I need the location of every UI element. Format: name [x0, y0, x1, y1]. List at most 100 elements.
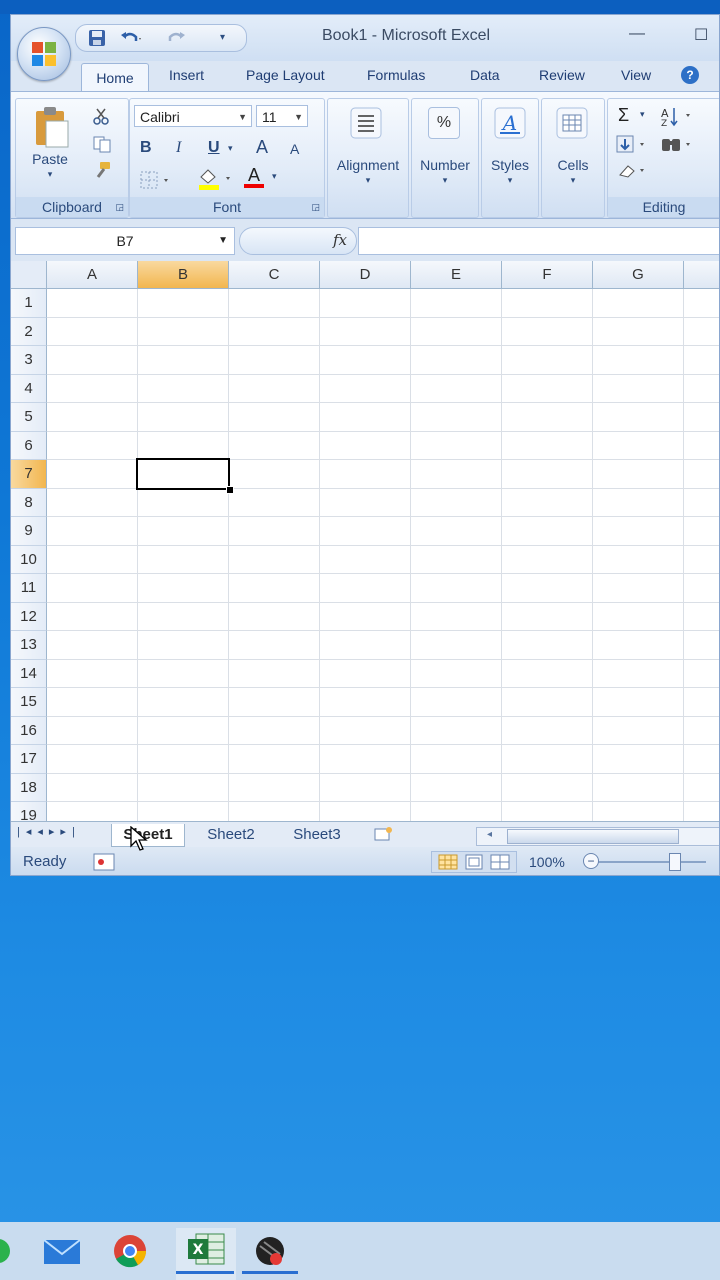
bold-button[interactable]: B [140, 139, 152, 157]
insert-function-button[interactable]: fx [333, 231, 347, 249]
dialog-launcher-icon[interactable]: ◲ [311, 197, 320, 217]
zoom-slider-track[interactable] [596, 861, 706, 863]
paste-dropdown-icon[interactable]: ▾ [20, 169, 80, 180]
number-format-icon[interactable]: % [428, 107, 460, 139]
fill-color-icon[interactable] [196, 167, 236, 196]
alignment-button[interactable]: Alignment [328, 157, 408, 173]
row-header-17[interactable]: 17 [11, 745, 47, 774]
name-box[interactable]: B7 ▼ [15, 227, 235, 255]
number-dropdown-icon[interactable]: ▾ [412, 175, 478, 186]
horizontal-scrollbar[interactable]: ◂ [476, 827, 719, 846]
sheet-nav-arrows[interactable]: |◂◂▸▸| [17, 825, 81, 838]
shrink-font-button[interactable]: A [290, 141, 299, 157]
font-color-button[interactable]: A [244, 165, 264, 188]
row-header-9[interactable]: 9 [11, 517, 47, 546]
tab-view[interactable]: View [621, 67, 651, 83]
paste-icon[interactable] [32, 105, 72, 154]
row-header-8[interactable]: 8 [11, 488, 47, 517]
column-header-f[interactable]: F [502, 261, 593, 289]
save-icon[interactable] [88, 29, 106, 47]
sheet-tab-sheet1[interactable]: Sheet1 [111, 824, 185, 847]
select-all-button[interactable] [11, 261, 47, 289]
scroll-left-icon[interactable]: ◂ [487, 829, 492, 840]
column-header-e[interactable]: E [411, 261, 502, 289]
number-button[interactable]: Number [412, 157, 478, 173]
row-header-16[interactable]: 16 [11, 716, 47, 745]
row-header-5[interactable]: 5 [11, 403, 47, 432]
cells-dropdown-icon[interactable]: ▾ [542, 175, 604, 186]
column-header-g[interactable]: G [593, 261, 684, 289]
page-break-view-icon[interactable] [490, 854, 510, 875]
row-header-12[interactable]: 12 [11, 602, 47, 631]
underline-dropdown-icon[interactable]: ▾ [228, 143, 233, 154]
customize-qat-icon[interactable]: ▾ [220, 29, 225, 47]
fill-icon[interactable] [616, 135, 650, 160]
row-header-6[interactable]: 6 [11, 431, 47, 460]
column-header-b[interactable]: B [138, 261, 229, 289]
recorder-app-icon[interactable] [242, 1228, 298, 1274]
underline-button[interactable]: U [208, 139, 220, 157]
tab-formulas[interactable]: Formulas [367, 67, 425, 83]
row-header-18[interactable]: 18 [11, 773, 47, 802]
chrome-app-icon[interactable] [106, 1228, 154, 1274]
macro-record-icon[interactable] [93, 853, 115, 875]
font-name-combo[interactable]: Calibri ▼ [134, 105, 252, 127]
sheet-tab-sheet3[interactable]: Sheet3 [281, 824, 353, 846]
zoom-slider-thumb[interactable] [669, 853, 681, 871]
maximize-button[interactable]: ☐ [694, 25, 708, 45]
cells-icon[interactable] [556, 107, 588, 144]
row-header-13[interactable]: 13 [11, 631, 47, 660]
page-layout-view-icon[interactable] [464, 854, 484, 875]
undo-icon[interactable] [120, 29, 142, 47]
redo-icon[interactable] [166, 29, 188, 47]
tab-data[interactable]: Data [470, 67, 500, 83]
partial-app-icon[interactable] [0, 1228, 32, 1274]
grow-font-button[interactable]: A [256, 137, 268, 158]
worksheet-grid[interactable]: A B C D E F G 1 2 3 4 5 6 7 8 9 10 11 12 13 14 15 16 17 18 19 [11, 261, 719, 821]
help-icon[interactable]: ? [681, 66, 699, 84]
column-header-a[interactable]: A [47, 261, 138, 289]
autosum-button[interactable]: Σ [618, 105, 629, 126]
format-painter-icon[interactable] [92, 161, 112, 186]
cells-button[interactable]: Cells [542, 157, 604, 173]
autosum-dropdown-icon[interactable]: ▾ [640, 109, 645, 120]
paste-button[interactable]: Paste [20, 151, 80, 167]
font-color-dropdown-icon[interactable]: ▾ [272, 171, 277, 182]
row-header-19[interactable]: 19 [11, 802, 47, 821]
tab-home[interactable]: Home [81, 63, 149, 92]
sheet-tab-sheet2[interactable]: Sheet2 [195, 824, 267, 846]
styles-dropdown-icon[interactable]: ▾ [482, 175, 538, 186]
column-header-d[interactable]: D [320, 261, 411, 289]
office-button[interactable] [17, 27, 71, 81]
borders-icon[interactable] [140, 171, 174, 194]
tab-page-layout[interactable]: Page Layout [246, 67, 325, 83]
row-header-11[interactable]: 11 [11, 574, 47, 603]
column-header-c[interactable]: C [229, 261, 320, 289]
formula-input[interactable] [358, 227, 719, 255]
excel-app-icon[interactable]: X [176, 1228, 246, 1280]
normal-view-icon[interactable] [438, 854, 458, 875]
font-size-combo[interactable]: 11 ▼ [256, 105, 308, 127]
row-header-2[interactable]: 2 [11, 317, 47, 346]
copy-icon[interactable] [92, 135, 112, 158]
row-header-14[interactable]: 14 [11, 659, 47, 688]
horizontal-scroll-thumb[interactable] [507, 829, 679, 844]
row-header-10[interactable]: 10 [11, 545, 47, 574]
row-header-3[interactable]: 3 [11, 346, 47, 375]
cut-icon[interactable] [92, 107, 110, 130]
alignment-icon[interactable] [350, 107, 382, 144]
find-select-icon[interactable] [660, 135, 694, 160]
tab-insert[interactable]: Insert [169, 67, 204, 83]
styles-icon[interactable]: A [494, 107, 526, 144]
active-cell[interactable] [136, 458, 230, 490]
dialog-launcher-icon[interactable]: ◲ [115, 197, 124, 217]
row-header-7[interactable]: 7 [11, 460, 47, 489]
mail-app-icon[interactable] [38, 1228, 86, 1274]
row-header-1[interactable]: 1 [11, 289, 47, 318]
sort-filter-icon[interactable]: AZ [660, 105, 694, 132]
styles-button[interactable]: Styles [482, 157, 538, 173]
row-header-15[interactable]: 15 [11, 688, 47, 717]
italic-button[interactable]: I [176, 139, 181, 157]
column-header-partial[interactable] [684, 261, 719, 289]
tab-review[interactable]: Review [539, 67, 585, 83]
